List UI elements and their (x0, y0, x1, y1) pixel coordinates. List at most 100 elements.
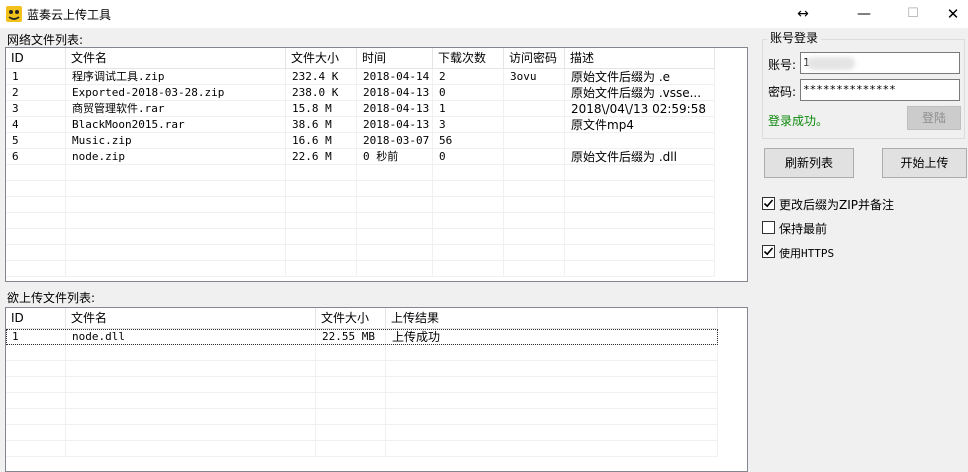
table-cell: 3 (439, 118, 446, 131)
column-header-3[interactable]: 时间 (357, 48, 433, 69)
table-cell: BlackMoon2015.rar (72, 118, 185, 131)
table-row[interactable]: 4 BlackMoon2015.rar 38.6 M 2018-04-13 3 原文件mp… (6, 117, 715, 133)
minimize-button[interactable]: — (841, 2, 887, 26)
start-upload-button[interactable]: 开始上传 (882, 148, 967, 178)
table-cell: Music.zip (72, 134, 132, 147)
table-cell: 2018-04-14 (363, 70, 430, 83)
grid-line (6, 408, 718, 409)
table-cell (504, 117, 565, 133)
table-cell: 3ovu (510, 70, 537, 83)
grid-line (65, 329, 66, 457)
column-header-0[interactable]: ID (6, 308, 66, 329)
table-cell: 2018-03-07 (363, 134, 430, 147)
grid-line (6, 212, 715, 213)
table-cell: 15.8 M (292, 102, 332, 115)
table-cell: 38.6 M (292, 118, 332, 131)
grid-line (6, 440, 718, 441)
table-cell: 程序调试工具.zip (72, 70, 165, 83)
table-cell: 2 (12, 86, 19, 99)
table-cell: node.zip (72, 150, 125, 163)
column-header-5[interactable]: 访问密码 (504, 48, 565, 69)
table-row[interactable]: 6 node.zip 22.6 M 0 秒前 0 原始文件后缀为 .dll (6, 149, 715, 165)
table-cell: 22.55 MB (322, 330, 375, 343)
grid-line (6, 244, 715, 245)
column-header-0[interactable]: ID (6, 48, 66, 69)
network-file-list[interactable]: ID 文件名 文件大小 时间 下载次数 访问密码 描述 1 程序调试工具.zip 232.4 K… (5, 47, 748, 282)
column-header-2[interactable]: 文件大小 (316, 308, 386, 329)
table-row[interactable]: 5 Music.zip 16.6 M 2018-03-07 56 (6, 133, 715, 149)
table-cell: 2018-04-13 (363, 118, 430, 131)
table-cell: 2 (439, 70, 446, 83)
password-value: ************** (803, 83, 896, 96)
grid-line (6, 376, 718, 377)
table-cell: node.dll (72, 330, 125, 343)
table-cell (565, 133, 715, 149)
table-cell: 1 (439, 102, 446, 115)
window-title: 蓝奏云上传工具 (27, 8, 112, 22)
table-cell (504, 149, 565, 165)
grid-line (717, 329, 718, 457)
grid-line (6, 360, 718, 361)
upload-file-list[interactable]: ID 文件名 文件大小 上传结果 1 node.dll 22.55 MB 上传成功 (5, 307, 748, 472)
account-input[interactable]: 1 (800, 52, 960, 74)
grid-line (6, 228, 715, 229)
check-mark-icon (763, 247, 774, 256)
rename-zip-checkbox[interactable] (762, 197, 775, 210)
table-cell: 56 (439, 134, 453, 147)
table-cell: 原始文件后缀为 .dll (571, 150, 677, 164)
title-bar[interactable]: 蓝奏云上传工具 ↔ — ☐ ✕ (0, 0, 968, 28)
table-cell: 16.6 M (292, 134, 332, 147)
password-label: 密码: (768, 85, 797, 99)
table-row[interactable]: 1 程序调试工具.zip 232.4 K 2018-04-14 2 3ovu 原始文件后缀为… (6, 69, 715, 85)
table-row[interactable]: 1 node.dll 22.55 MB 上传成功 (6, 329, 718, 345)
table-cell: 2018-04-13 (363, 86, 430, 99)
table-cell: 上传成功 (392, 330, 441, 344)
table-cell (504, 101, 565, 117)
upload-list-label: 欲上传文件列表: (7, 291, 96, 305)
column-header-6[interactable]: 描述 (565, 48, 715, 69)
column-header-1[interactable]: 文件名 (66, 308, 316, 329)
grid-line (385, 329, 386, 457)
table-cell: 1 (12, 330, 19, 343)
column-header-4[interactable]: 下载次数 (433, 48, 504, 69)
table-cell: 5 (12, 134, 19, 147)
table-row[interactable]: 3 商贸管理软件.rar 15.8 M 2018-04-13 1 2018\/04\/13… (6, 101, 715, 117)
grid-line (315, 329, 316, 457)
resize-arrows-icon[interactable]: ↔ (780, 2, 826, 26)
close-button[interactable]: ✕ (930, 2, 968, 26)
use-https-label: 使用HTTPS (779, 247, 835, 260)
table-cell: 0 (439, 86, 446, 99)
table-cell: 2018-04-13 (363, 102, 430, 115)
stay-on-top-label: 保持最前 (779, 222, 828, 236)
login-group-title: 账号登录 (767, 29, 822, 46)
column-header-1[interactable]: 文件名 (66, 48, 286, 69)
column-header-3[interactable]: 上传结果 (386, 308, 718, 329)
table-cell: 3 (12, 102, 19, 115)
app-logo-icon (6, 6, 22, 22)
table-cell (504, 85, 565, 101)
table-cell: 原始文件后缀为 .e (571, 70, 671, 84)
table-cell: Exported-2018-03-28.zip (72, 86, 225, 99)
table-cell (504, 133, 565, 149)
grid-line (6, 456, 718, 457)
table-cell: 原文件mp4 (571, 118, 634, 132)
table-row[interactable]: 2 Exported-2018-03-28.zip 238.0 K 2018-04-1… (6, 85, 715, 101)
use-https-checkbox[interactable] (762, 245, 775, 258)
column-header-2[interactable]: 文件大小 (286, 48, 357, 69)
account-label: 账号: (768, 58, 797, 72)
table-cell: 2018\/04\/13 02:59:58 (571, 102, 706, 116)
table-cell: 1 (12, 70, 19, 83)
grid-line (6, 392, 718, 393)
login-button[interactable]: 登陆 (907, 106, 961, 130)
grid-line (6, 180, 715, 181)
table-cell: 238.0 K (292, 86, 339, 99)
stay-on-top-checkbox[interactable] (762, 221, 775, 234)
table-cell: 232.4 K (292, 70, 339, 83)
table-cell: 商贸管理软件.rar (72, 102, 165, 115)
redacted-area (807, 57, 855, 70)
rename-zip-label: 更改后缀为ZIP并备注 (779, 198, 894, 212)
refresh-list-button[interactable]: 刷新列表 (764, 148, 854, 178)
grid-line (6, 424, 718, 425)
table-cell: 0 秒前 (363, 150, 399, 163)
password-input[interactable]: ************** (800, 79, 960, 101)
